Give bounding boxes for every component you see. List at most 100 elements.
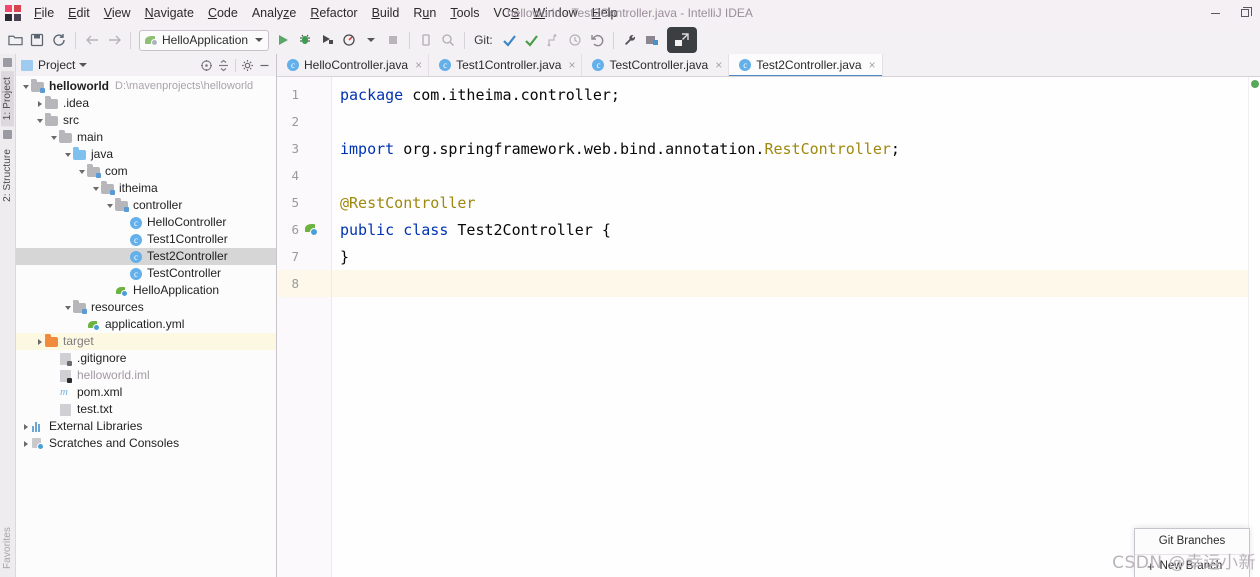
arrow-right-icon[interactable]: [103, 29, 125, 51]
tree-node-target[interactable]: target: [16, 333, 276, 350]
code-line-4[interactable]: [332, 162, 1260, 189]
refresh-icon[interactable]: [48, 29, 70, 51]
tree-expand-arrow[interactable]: [76, 319, 87, 330]
tree-node-external-libraries[interactable]: External Libraries: [16, 418, 276, 435]
menu-edit[interactable]: Edit: [61, 2, 97, 24]
git-history-clock-icon[interactable]: [564, 29, 586, 51]
tree-expand-arrow[interactable]: [48, 132, 59, 143]
git-push-icon[interactable]: [542, 29, 564, 51]
save-icon[interactable]: [26, 29, 48, 51]
tab-testcontroller-java[interactable]: c TestController.java ×: [582, 54, 730, 76]
tree-expand-arrow[interactable]: [34, 336, 45, 347]
spring-bean-gutter-icon[interactable]: [305, 223, 318, 236]
tree-expand-arrow[interactable]: [76, 166, 87, 177]
tree-node-scratches-and-consoles[interactable]: Scratches and Consoles: [16, 435, 276, 452]
minimize-button[interactable]: [1200, 0, 1230, 26]
menu-code[interactable]: Code: [201, 2, 245, 24]
tree-node-test-txt[interactable]: test.txt: [16, 401, 276, 418]
tab-hellocontroller-java[interactable]: c HelloController.java ×: [277, 54, 430, 76]
git-commit-check-icon[interactable]: [520, 29, 542, 51]
new-branch-menu-item[interactable]: + New Branch: [1135, 555, 1249, 577]
tree-expand-arrow[interactable]: [34, 98, 45, 109]
tree-node-helloworld-iml[interactable]: helloworld.iml: [16, 367, 276, 384]
gutter-line-8[interactable]: 8: [277, 270, 331, 297]
close-icon[interactable]: ×: [715, 59, 722, 71]
device-manager-icon[interactable]: [415, 29, 437, 51]
arrow-left-icon[interactable]: [81, 29, 103, 51]
gutter-line-6[interactable]: 6: [277, 216, 331, 243]
menu-run[interactable]: Run: [406, 2, 443, 24]
tree-expand-arrow[interactable]: [90, 183, 101, 194]
tree-expand-arrow[interactable]: [20, 421, 31, 432]
tree-node-itheima[interactable]: itheima: [16, 180, 276, 197]
open-folder-icon[interactable]: [4, 29, 26, 51]
gutter-line-5[interactable]: 5: [277, 189, 331, 216]
tree-expand-arrow[interactable]: [48, 387, 59, 398]
tree-expand-arrow[interactable]: [20, 81, 31, 92]
tree-expand-arrow[interactable]: [104, 200, 115, 211]
menu-vcs[interactable]: VCS: [487, 2, 527, 24]
profiler-icon[interactable]: [338, 29, 360, 51]
gutter-line-2[interactable]: 2: [277, 108, 331, 135]
tree-expand-arrow[interactable]: [20, 438, 31, 449]
tree-node-com[interactable]: com: [16, 163, 276, 180]
tree-node-helloworld[interactable]: helloworld D:\mavenprojects\helloworld: [16, 78, 276, 95]
git-update-project-icon[interactable]: [498, 29, 520, 51]
editor-gutter[interactable]: 1 2 3 4 5 6 7 8: [277, 77, 332, 577]
search-icon[interactable]: [437, 29, 459, 51]
tree-expand-arrow[interactable]: [34, 115, 45, 126]
code-line-8[interactable]: [332, 270, 1260, 297]
tree-expand-arrow[interactable]: [48, 370, 59, 381]
gutter-line-3[interactable]: 3: [277, 135, 331, 162]
editor-tab-bar[interactable]: c HelloController.java × c Test1Controller.j…: [277, 54, 1260, 77]
collapse-all-icon[interactable]: [215, 57, 232, 74]
tree-node-idea[interactable]: .idea: [16, 95, 276, 112]
gear-icon[interactable]: [239, 57, 256, 74]
menu-build[interactable]: Build: [365, 2, 407, 24]
tree-node-application-yml[interactable]: application.yml: [16, 316, 276, 333]
menu-file[interactable]: File: [27, 2, 61, 24]
tree-node-testcontroller[interactable]: c TestController: [16, 265, 276, 282]
chevron-down-icon[interactable]: [79, 63, 88, 67]
close-icon[interactable]: ×: [568, 59, 575, 71]
code-line-3[interactable]: import org.springframework.web.bind.anno…: [332, 135, 1260, 162]
project-structure-icon[interactable]: [641, 29, 663, 51]
menu-help[interactable]: Help: [585, 2, 625, 24]
editor-code-content[interactable]: package com.itheima.controller; import or…: [332, 77, 1260, 577]
stop-icon[interactable]: [382, 29, 404, 51]
code-line-6[interactable]: public class Test2Controller {: [332, 216, 1260, 243]
inspection-marker-strip[interactable]: [1248, 77, 1260, 577]
code-line-5[interactable]: @RestController: [332, 189, 1260, 216]
menu-refactor[interactable]: Refactor: [303, 2, 364, 24]
restore-window-icon[interactable]: [666, 27, 697, 53]
menu-analyze[interactable]: Analyze: [245, 2, 303, 24]
chevron-down-icon[interactable]: [360, 29, 382, 51]
tree-expand-arrow[interactable]: [48, 404, 59, 415]
debug-bug-icon[interactable]: [294, 29, 316, 51]
tree-node-helloapplication[interactable]: HelloApplication: [16, 282, 276, 299]
tree-expand-arrow[interactable]: [62, 302, 73, 313]
tree-node-src[interactable]: src: [16, 112, 276, 129]
tree-node-hellocontroller[interactable]: c HelloController: [16, 214, 276, 231]
tree-expand-arrow[interactable]: [118, 268, 129, 279]
wrench-settings-icon[interactable]: [619, 29, 641, 51]
run-play-icon[interactable]: [272, 29, 294, 51]
tree-expand-arrow[interactable]: [62, 149, 73, 160]
tab-test1controller-java[interactable]: c Test1Controller.java ×: [429, 54, 583, 76]
project-tree[interactable]: helloworld D:\mavenprojects\helloworld .id…: [16, 76, 276, 577]
tree-expand-arrow[interactable]: [118, 234, 129, 245]
code-line-1[interactable]: package com.itheima.controller;: [332, 81, 1260, 108]
git-branches-popup[interactable]: Git Branches + New Branch: [1134, 528, 1250, 577]
tree-expand-arrow[interactable]: [118, 251, 129, 262]
tree-expand-arrow[interactable]: [118, 217, 129, 228]
gutter-line-7[interactable]: 7: [277, 243, 331, 270]
tree-node-main[interactable]: main: [16, 129, 276, 146]
scroll-from-source-icon[interactable]: [198, 57, 215, 74]
menu-view[interactable]: View: [97, 2, 138, 24]
hide-panel-icon[interactable]: [256, 57, 273, 74]
gutter-line-1[interactable]: 1: [277, 81, 331, 108]
gutter-line-4[interactable]: 4: [277, 162, 331, 189]
tab-test2controller-java[interactable]: c Test2Controller.java ×: [729, 54, 883, 76]
tree-expand-arrow[interactable]: [48, 353, 59, 364]
sidebar-item-structure[interactable]: 2: Structure: [1, 143, 14, 208]
